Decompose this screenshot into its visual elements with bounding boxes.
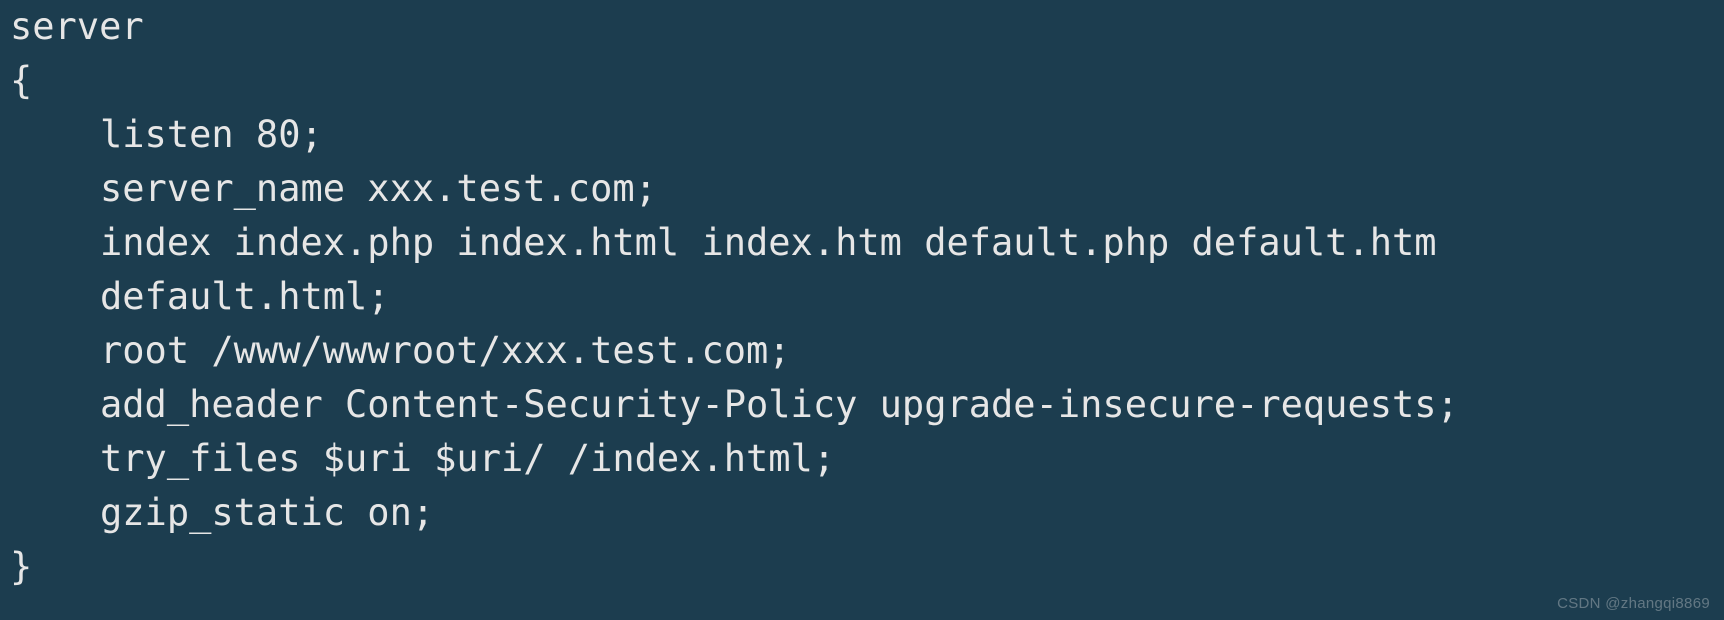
code-line: default.html; <box>100 275 390 318</box>
code-line: { <box>10 59 32 102</box>
code-line: server <box>10 5 144 48</box>
code-line: server_name xxx.test.com; <box>100 167 657 210</box>
code-line: gzip_static on; <box>100 491 434 534</box>
csdn-watermark: CSDN @zhangqi8869 <box>1557 595 1710 612</box>
nginx-config-code-block: server { listen 80; server_name xxx.test… <box>0 0 1724 594</box>
code-line: index index.php index.html index.htm def… <box>100 221 1437 264</box>
code-line: listen 80; <box>100 113 323 156</box>
code-line: add_header Content-Security-Policy upgra… <box>100 383 1459 426</box>
code-line: root /www/wwwroot/xxx.test.com; <box>100 329 791 372</box>
code-line: } <box>10 545 32 588</box>
code-line: try_files $uri $uri/ /index.html; <box>100 437 835 480</box>
